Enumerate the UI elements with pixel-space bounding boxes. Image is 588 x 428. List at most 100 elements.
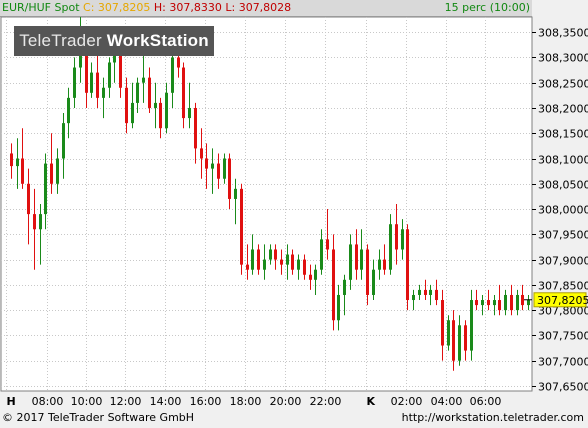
- close-value: C: 307,8205: [83, 1, 151, 14]
- candle-body: [223, 158, 226, 179]
- x-tick-label: 06:00: [470, 395, 502, 408]
- x-tick-label: 04:00: [431, 395, 463, 408]
- last-price-label: 307,8205: [537, 294, 588, 307]
- y-tick-label: 307,6500: [538, 381, 588, 394]
- x-tick-label: 12:00: [110, 395, 142, 408]
- candle-body: [67, 97, 70, 124]
- period-label: 15 perc (10:00): [444, 1, 530, 14]
- y-tick-label: 308,1000: [538, 154, 588, 167]
- candle-body: [85, 52, 88, 93]
- candle-body: [441, 300, 444, 346]
- candle-body: [349, 244, 352, 280]
- candle-body: [366, 249, 369, 295]
- x-tick-label: 22:00: [310, 395, 342, 408]
- candle-body: [44, 163, 47, 215]
- candle-body: [246, 264, 249, 270]
- candle-body: [154, 102, 157, 108]
- candle-body: [33, 214, 36, 230]
- y-tick-label: 307,7500: [538, 330, 588, 343]
- candle: [447, 315, 450, 351]
- candle-body: [280, 259, 283, 265]
- price-axis: 308,3500 308,3000 308,2500 308,2000 308,1500…: [532, 27, 588, 394]
- copyright-text: © 2017 TeleTrader Software GmbH: [2, 411, 195, 424]
- candle-body: [177, 57, 180, 68]
- candle-body: [211, 163, 214, 169]
- chart-header-bar: EUR/HUF Spot C: 307,8205 H: 307,8330 L: …: [0, 0, 532, 17]
- candle-body: [50, 163, 53, 184]
- x-tick-label: 10:00: [71, 395, 103, 408]
- teletrader-logo: TeleTrader WorkStation: [14, 26, 214, 56]
- candle-body: [291, 254, 294, 270]
- candle-body: [16, 158, 19, 167]
- candle-body: [401, 229, 404, 250]
- candle-body: [320, 239, 323, 270]
- candle-body: [475, 300, 478, 306]
- candle-body: [10, 153, 13, 167]
- candle-body: [205, 158, 208, 169]
- last-price-marker: 307,8205: [524, 292, 588, 308]
- candle-body: [447, 320, 450, 346]
- candle-body: [217, 163, 220, 179]
- candle-body: [234, 188, 237, 199]
- candle-body: [510, 294, 513, 311]
- candle-body: [73, 67, 76, 98]
- candle-body: [136, 82, 139, 103]
- candle-body: [274, 249, 277, 260]
- candle-body: [309, 274, 312, 280]
- candle-body: [108, 62, 111, 88]
- candle-body: [159, 102, 162, 129]
- candle-body: [171, 57, 174, 93]
- candle-body: [314, 269, 317, 280]
- candle-body: [286, 254, 289, 265]
- candle-body: [493, 300, 496, 306]
- y-tick-label: 308,3000: [538, 52, 588, 65]
- y-tick-label: 307,9500: [538, 229, 588, 242]
- y-tick-label: 308,3500: [538, 27, 588, 40]
- time-axis: H 08:00 10:00 12:00 14:00 16:00 18:00 20:00 22:0…: [7, 395, 502, 408]
- candle-body: [412, 294, 415, 301]
- candle-body: [269, 249, 272, 260]
- candle-body: [470, 300, 473, 351]
- candle-body: [125, 87, 128, 124]
- candle-body: [102, 87, 105, 98]
- candle-body: [355, 244, 358, 270]
- candle-body: [228, 158, 231, 199]
- candle-body: [131, 102, 134, 124]
- candle-body: [360, 249, 363, 270]
- candle-body: [406, 229, 409, 301]
- candle-body: [21, 158, 24, 184]
- candle-body: [378, 259, 381, 270]
- candle-body: [498, 300, 501, 311]
- header-quote: EUR/HUF Spot C: 307,8205 H: 307,8330 L: …: [2, 1, 291, 14]
- logo-text-2: WorkStation: [106, 31, 209, 50]
- y-tick-label: 307,8500: [538, 280, 588, 293]
- candle-body: [504, 294, 507, 311]
- candle-body: [343, 279, 346, 295]
- symbol-label: EUR/HUF Spot: [2, 1, 80, 14]
- x-tick-label: 02:00: [391, 395, 423, 408]
- candle-body: [395, 224, 398, 250]
- candle-body: [56, 158, 59, 184]
- candle-body: [90, 72, 93, 93]
- x-tick-label: 18:00: [230, 395, 262, 408]
- candle-body: [429, 289, 432, 295]
- candle-body: [188, 107, 191, 119]
- y-tick-label: 308,1500: [538, 128, 588, 141]
- candle-body: [435, 289, 438, 301]
- candle-body: [27, 183, 30, 215]
- candle-body: [424, 289, 427, 295]
- y-tick-label: 308,0000: [538, 204, 588, 217]
- candle-body: [452, 320, 455, 361]
- website-link[interactable]: http://workstation.teletrader.com: [402, 411, 584, 424]
- candle-body: [372, 269, 375, 295]
- candle: [406, 224, 409, 311]
- x-tick-label: 20:00: [270, 395, 302, 408]
- candle-body: [96, 72, 99, 98]
- x-tick-label: K: [367, 395, 376, 408]
- candle-body: [389, 224, 392, 270]
- candle-body: [383, 259, 386, 270]
- candle-body: [194, 107, 197, 149]
- low-value: L: 307,8028: [225, 1, 292, 14]
- candle-body: [142, 77, 145, 83]
- candlestick-chart[interactable]: 308,3500 308,3000 308,2500 308,2000 308,1500…: [0, 0, 588, 428]
